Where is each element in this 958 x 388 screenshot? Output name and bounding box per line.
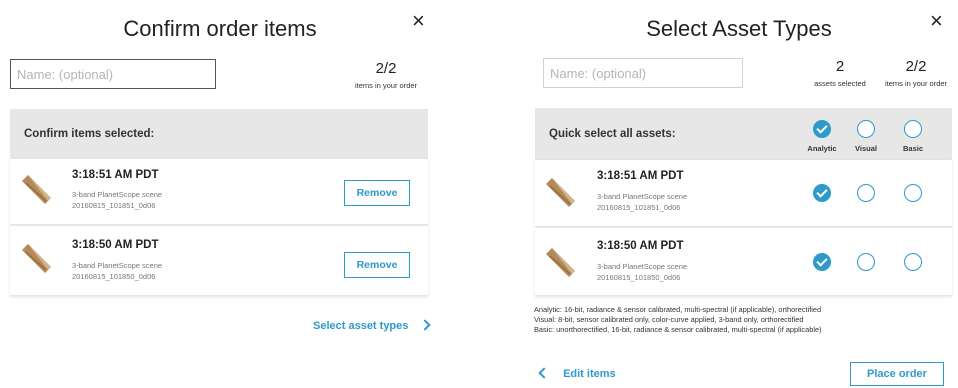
select-asset-types-panel: Select Asset Types × 2 assets selected 2… <box>520 0 958 388</box>
assets-count: 2 assets selected <box>804 58 876 88</box>
order-name-input[interactable] <box>543 58 743 88</box>
basic-radio[interactable] <box>904 184 922 202</box>
item-id: 20160815_101850_0d06 <box>72 272 156 281</box>
analytic-radio[interactable] <box>813 184 831 202</box>
scene-thumbnail <box>22 175 51 204</box>
asset-type-legend: Analytic: 16-bit, radiance & sensor cali… <box>534 305 822 335</box>
visual-label: Visual <box>855 144 877 153</box>
visual-radio[interactable] <box>857 184 875 202</box>
edit-items-link[interactable]: Edit items <box>538 367 616 380</box>
basic-radio[interactable] <box>904 253 922 271</box>
chevron-right-icon <box>419 319 432 331</box>
close-icon[interactable]: × <box>930 10 943 32</box>
place-order-button[interactable]: Place order <box>850 362 944 386</box>
item-description: 3-band PlanetScope scene 20160815_101851… <box>597 191 687 213</box>
item-type: 3-band PlanetScope scene <box>597 192 688 201</box>
item-time: 3:18:50 AM PDT <box>597 240 684 252</box>
list-item: 3:18:50 AM PDT 3-band PlanetScope scene … <box>535 228 952 296</box>
items-count: 2/2 items in your order <box>878 58 954 88</box>
select-asset-types-link[interactable]: Select asset types <box>313 319 432 332</box>
items-count-value: 2/2 <box>375 60 397 77</box>
list-item: 3:18:51 AM PDT 3-band PlanetScope scene … <box>10 159 428 225</box>
analytic-label: Analytic <box>807 144 837 153</box>
legend-analytic: Analytic: 16-bit, radiance & sensor cali… <box>534 305 822 314</box>
items-count-label: items in your order <box>884 79 948 88</box>
legend-basic: Basic: unorthorectified, 16-bit, radianc… <box>534 325 822 334</box>
item-description: 3-band PlanetScope scene 20160815_101850… <box>597 261 687 283</box>
quick-select-bar: Quick select all assets: Analytic Visual… <box>535 108 952 160</box>
section-label: Confirm items selected: <box>24 128 155 140</box>
confirm-order-panel: Confirm order items × 2/2 items in your … <box>0 0 440 388</box>
order-name-input[interactable] <box>10 59 216 89</box>
quick-select-analytic-radio[interactable] <box>813 120 831 138</box>
item-id: 20160815_101851_0d06 <box>597 203 681 212</box>
list-item: 3:18:51 AM PDT 3-band PlanetScope scene … <box>535 160 952 227</box>
section-header: Confirm items selected: <box>10 109 428 159</box>
scene-thumbnail <box>22 244 51 273</box>
quick-select-visual-radio[interactable] <box>857 120 875 138</box>
quick-select-basic-radio[interactable] <box>904 120 922 138</box>
item-time: 3:18:50 AM PDT <box>72 239 159 251</box>
scene-thumbnail <box>546 178 575 207</box>
scene-thumbnail <box>546 248 575 277</box>
item-type: 3-band PlanetScope scene <box>597 262 688 271</box>
items-count: 2/2 items in your order <box>346 60 426 90</box>
quick-select-label: Quick select all assets: <box>549 128 676 140</box>
item-time: 3:18:51 AM PDT <box>72 169 159 181</box>
item-id: 20160815_101850_0d06 <box>597 273 681 282</box>
remove-button[interactable]: Remove <box>344 180 410 206</box>
close-icon[interactable]: × <box>412 10 425 32</box>
item-time: 3:18:51 AM PDT <box>597 170 684 182</box>
chevron-left-icon <box>538 367 550 379</box>
panel-title: Confirm order items <box>123 16 317 41</box>
remove-button[interactable]: Remove <box>344 252 410 278</box>
assets-count-label: assets selected <box>814 79 866 88</box>
analytic-radio[interactable] <box>813 253 831 271</box>
item-type: 3-band PlanetScope scene <box>72 261 163 270</box>
item-description: 3-band PlanetScope scene 20160815_101850… <box>72 260 162 282</box>
items-count-label: items in your order <box>354 81 418 90</box>
item-type: 3-band PlanetScope scene <box>72 190 163 199</box>
edit-items-label: Edit items <box>563 368 616 380</box>
select-asset-types-label: Select asset types <box>313 320 409 332</box>
assets-count-value: 2 <box>835 58 845 75</box>
legend-visual: Visual: 8-bit, sensor calibrated only, c… <box>534 315 804 324</box>
basic-label: Basic <box>902 144 923 153</box>
items-count-value: 2/2 <box>905 58 927 75</box>
item-id: 20160815_101851_0d06 <box>72 201 156 210</box>
visual-radio[interactable] <box>857 253 875 271</box>
list-item: 3:18:50 AM PDT 3-band PlanetScope scene … <box>10 226 428 296</box>
item-description: 3-band PlanetScope scene 20160815_101851… <box>72 189 162 211</box>
panel-title: Select Asset Types <box>646 16 832 41</box>
